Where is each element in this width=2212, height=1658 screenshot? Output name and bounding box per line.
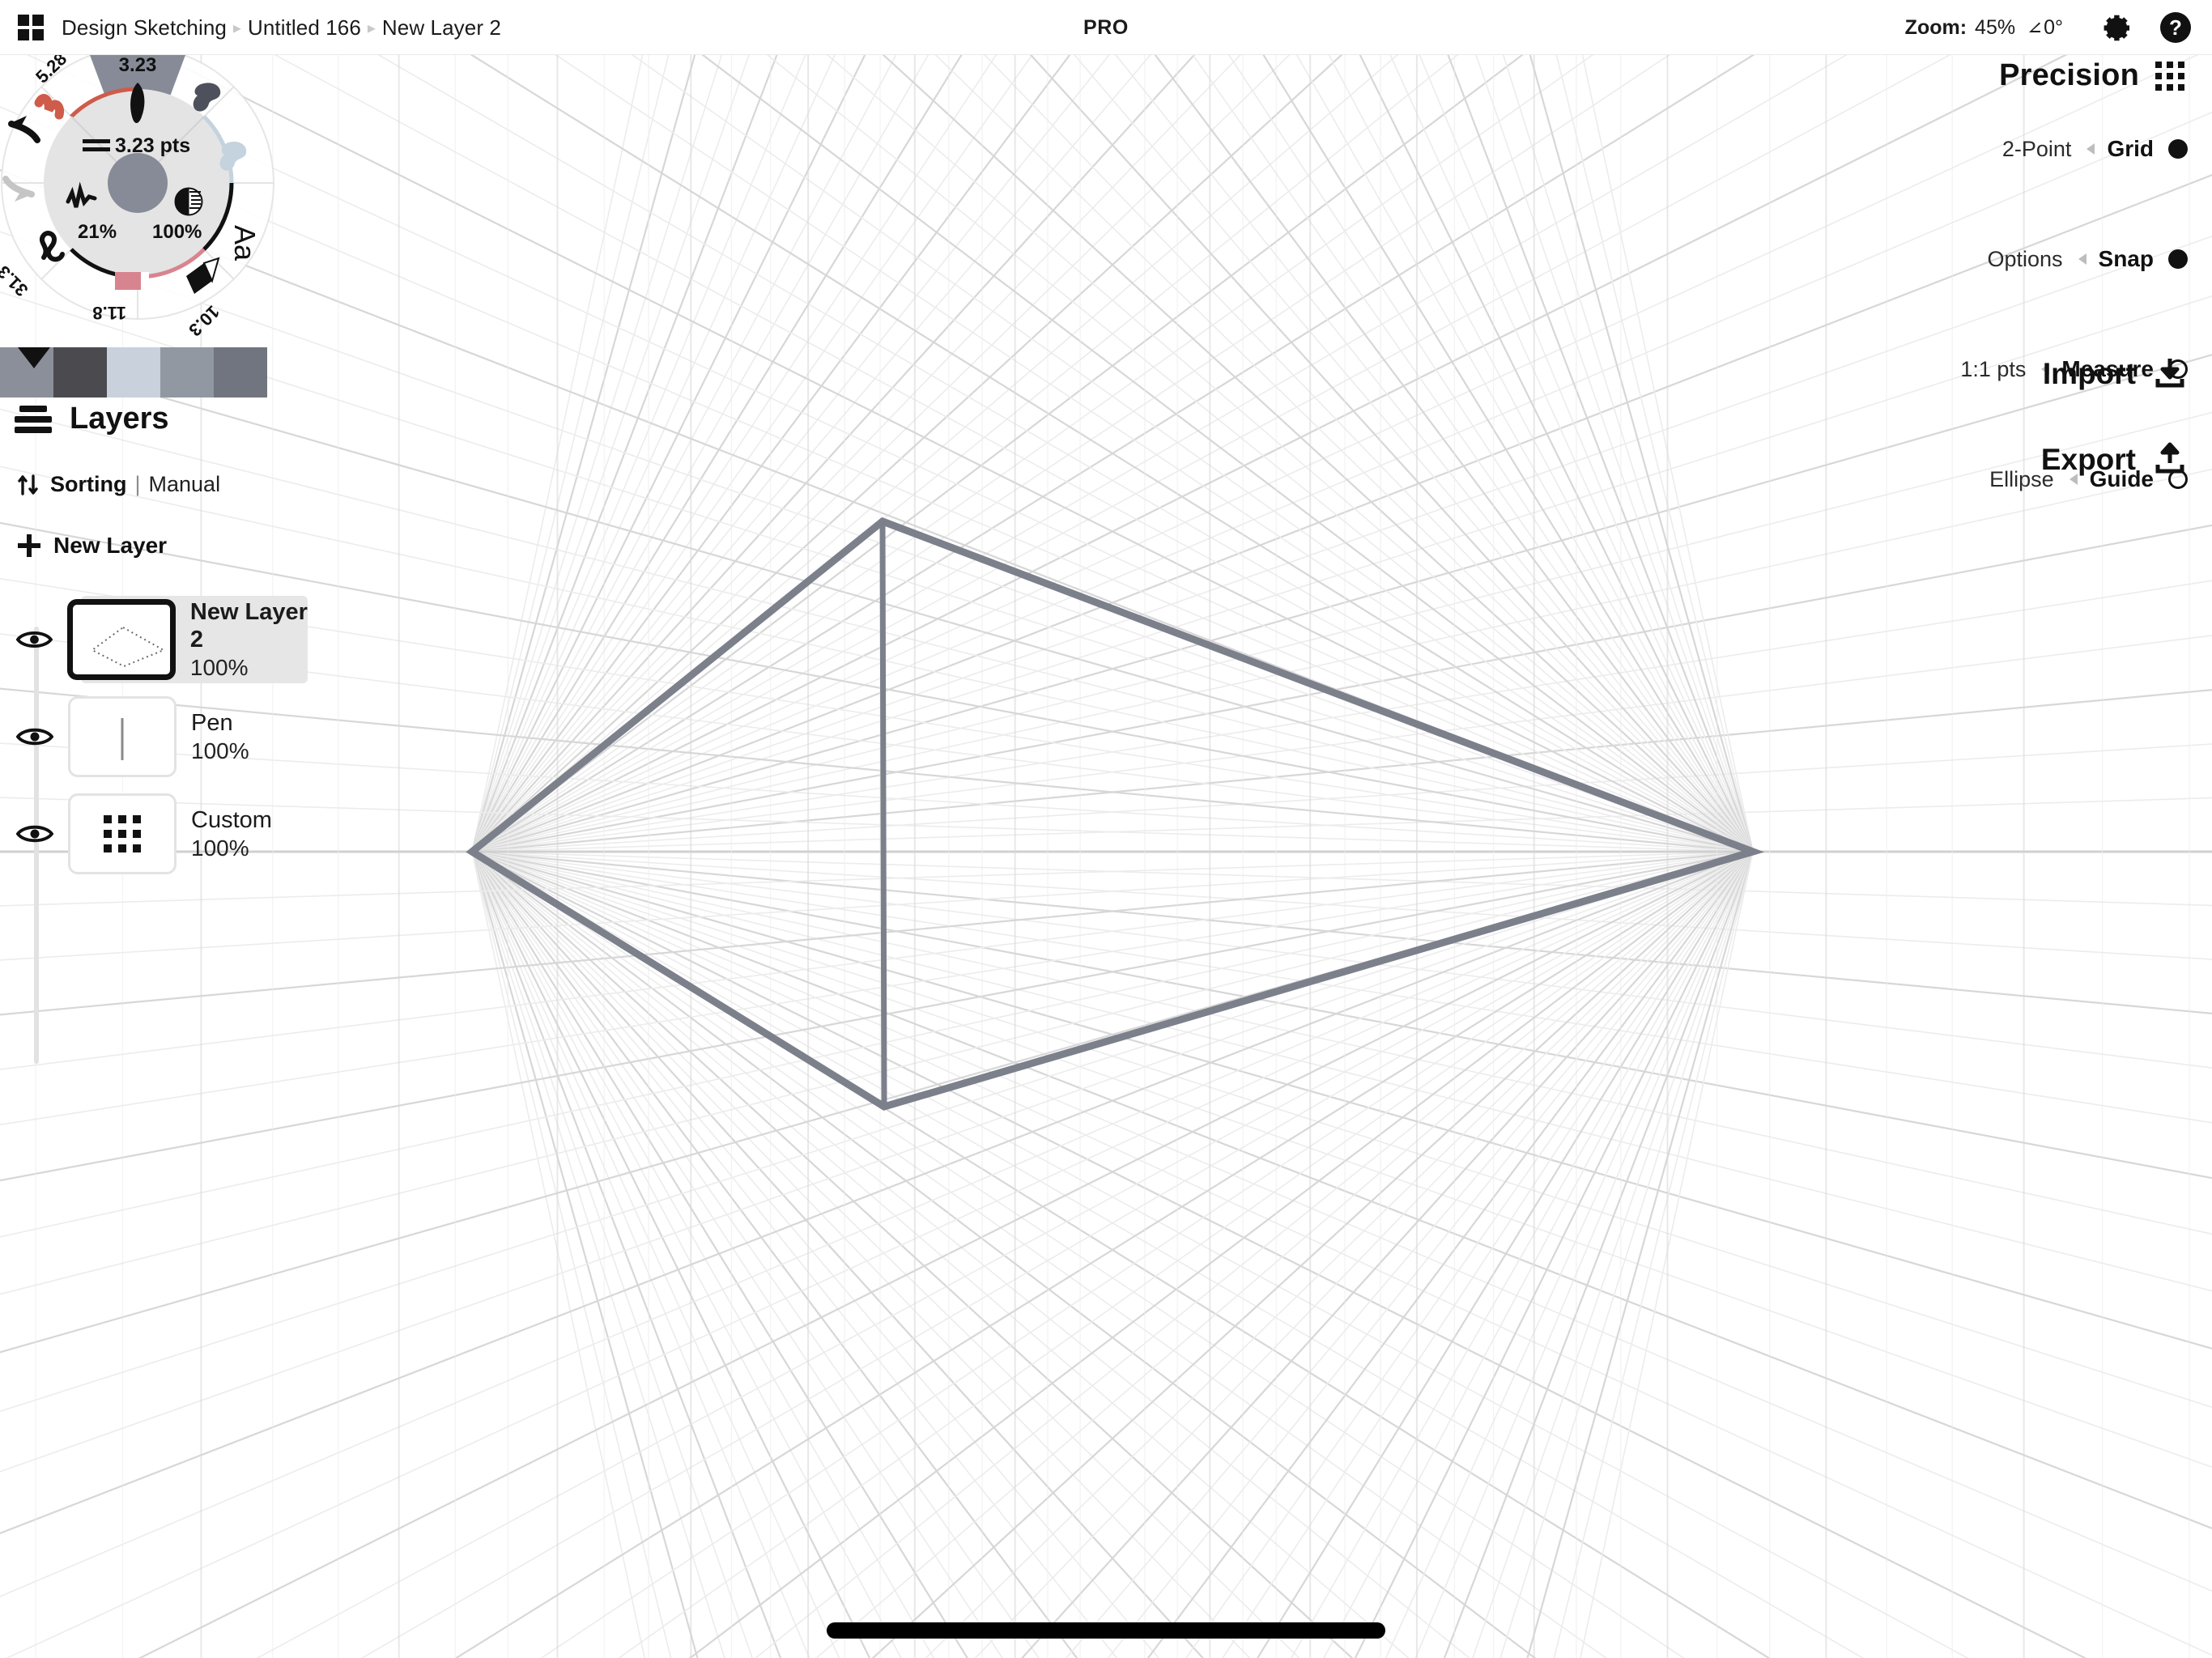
top-bar: Design Sketching ▸ Untitled 166 ▸ New La… <box>0 0 2212 55</box>
text-tool-icon[interactable]: Aa <box>228 225 262 261</box>
precision-scale-label[interactable]: 1:1 pts <box>1960 357 2026 382</box>
eye-visibility-icon[interactable] <box>16 822 53 846</box>
layer-thumbnail[interactable] <box>66 599 176 680</box>
list-item[interactable]: New Layer 2 100% <box>0 591 324 688</box>
layer-opacity: 100% <box>191 835 249 861</box>
sorting-divider: | <box>134 472 141 496</box>
swatch-1[interactable] <box>53 347 107 397</box>
pro-badge-label: PRO <box>1083 15 1129 39</box>
layer-thumbnail[interactable] <box>68 793 177 874</box>
color-swatch-bar[interactable] <box>0 347 267 397</box>
list-item[interactable]: Custom 100% <box>0 785 324 882</box>
eye-visibility-icon[interactable] <box>16 725 53 749</box>
precision-row-snap[interactable]: Options Snap <box>1960 240 2188 278</box>
zoom-label: Zoom: <box>1904 15 1967 39</box>
export-button[interactable]: Export <box>2041 442 2188 478</box>
wheel-pressure-value: 21% <box>78 221 117 243</box>
drawing-canvas[interactable] <box>0 55 2212 1658</box>
import-button[interactable]: Import <box>2041 356 2188 392</box>
opacity-contrast-icon <box>174 187 203 216</box>
pro-badge: PRO <box>0 0 2212 55</box>
precision-row-grid[interactable]: 2-Point Grid <box>1960 130 2188 168</box>
vertical-line-thumb <box>121 718 124 760</box>
sorting-value[interactable]: Manual <box>149 472 221 497</box>
gear-icon[interactable] <box>2100 11 2133 44</box>
swatch-4[interactable] <box>214 347 267 397</box>
layer-name: Pen <box>191 710 233 737</box>
wheel-size-label-313: 31.3 <box>0 261 32 300</box>
layer-meta: New Layer 2 100% <box>190 598 324 680</box>
new-layer-button[interactable]: New Layer <box>0 533 324 559</box>
chevron-left-icon <box>2078 253 2087 265</box>
chevron-left-icon <box>2087 143 2095 155</box>
swatch-3[interactable] <box>160 347 214 397</box>
layer-name: New Layer 2 <box>189 599 308 653</box>
layers-stack-icon <box>15 405 52 433</box>
layers-header[interactable]: Layers <box>0 402 324 436</box>
precision-toggle-grid-indicator[interactable] <box>2168 139 2188 159</box>
wheel-size-label-selected: 3.23 <box>119 54 157 76</box>
precision-header: Precision <box>1960 58 2188 93</box>
precision-toggle-grid-label[interactable]: Grid <box>2107 136 2154 162</box>
sorting-label: Sorting <box>50 472 127 496</box>
precision-title: Precision <box>1999 58 2139 92</box>
import-export-block: Import Export <box>2041 356 2188 528</box>
export-label: Export <box>2040 443 2136 476</box>
canvas-angle[interactable]: 0° <box>2028 16 2063 40</box>
app-root: Design Sketching ▸ Untitled 166 ▸ New La… <box>0 0 2212 1658</box>
active-swatch-caret-icon <box>18 347 50 368</box>
sort-arrows-icon <box>18 474 38 495</box>
layer-list: New Layer 2 100% Pen 100% Custom 100% <box>0 591 324 1064</box>
swatch-2[interactable] <box>107 347 160 397</box>
precision-options-label[interactable]: Options <box>1987 247 2062 272</box>
layer-meta: Pen 100% <box>191 709 249 763</box>
layers-title: Layers <box>70 402 169 436</box>
layer-thumbnail[interactable] <box>68 696 177 777</box>
eye-visibility-icon[interactable] <box>16 627 53 652</box>
layers-panel: Layers Sorting | Manual New Layer New La… <box>0 402 324 1064</box>
dot-grid-thumb <box>104 815 141 852</box>
dot-grid-icon[interactable] <box>2155 61 2188 91</box>
top-bar-right: Zoom: 45% 0° ? <box>1905 0 2191 55</box>
polygon-outline-thumb <box>90 626 166 668</box>
layer-opacity: 100% <box>189 654 249 680</box>
list-item[interactable]: Pen 100% <box>0 688 324 785</box>
wheel-size-label-118: 11.8 <box>92 303 126 323</box>
plus-icon <box>18 534 40 557</box>
angle-icon <box>2029 22 2041 32</box>
sorting-control[interactable]: Sorting | Manual <box>0 472 324 497</box>
question-mark-icon[interactable]: ? <box>2160 12 2191 43</box>
precision-toggle-snap-label[interactable]: Snap <box>2099 246 2154 272</box>
angle-value: 0° <box>2044 15 2063 39</box>
import-label: Import <box>2042 357 2136 390</box>
svg-text:3.23 pts: 3.23 pts <box>115 134 190 157</box>
brush-tool-wheel[interactable]: 3.23 pts 21% 100% 3.23 5.28 31.3 11.8 10… <box>0 37 300 345</box>
sketch-shape <box>466 517 1765 1111</box>
wheel-opacity-value: 100% <box>152 221 202 243</box>
layer-meta: Custom 100% <box>191 806 272 861</box>
precision-mode-2point[interactable]: 2-Point <box>2002 137 2072 162</box>
precision-toggle-snap-indicator[interactable] <box>2168 249 2188 269</box>
wheel-center-knob[interactable] <box>108 153 168 213</box>
home-indicator <box>827 1622 1385 1639</box>
layer-name: Custom <box>191 807 272 834</box>
color-swatch-white[interactable] <box>141 272 149 290</box>
color-swatch-pink[interactable] <box>115 272 141 290</box>
new-layer-label: New Layer <box>53 533 168 558</box>
zoom-value[interactable]: 45% <box>1975 16 2015 40</box>
upload-icon <box>2155 442 2184 474</box>
download-icon <box>2155 359 2184 388</box>
layer-opacity: 100% <box>191 738 249 763</box>
